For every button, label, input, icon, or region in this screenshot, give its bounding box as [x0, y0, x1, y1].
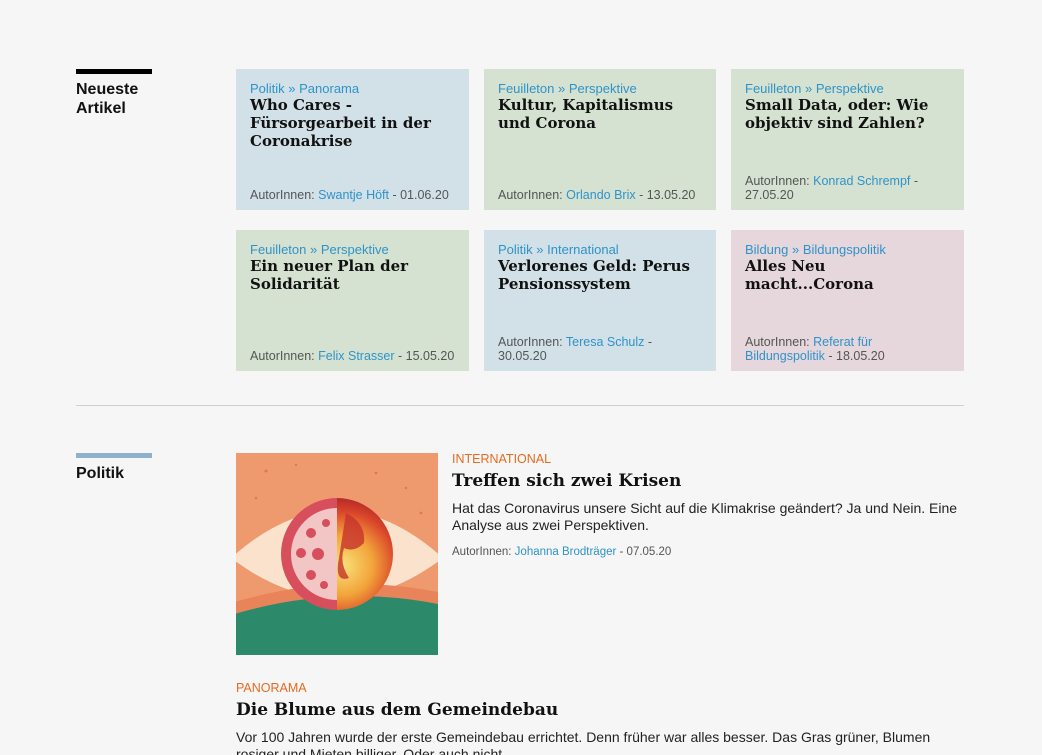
card-title[interactable]: Kultur, Kapitalismus und Corona — [498, 96, 702, 132]
article-teaser: Vor 100 Jahren wurde der erste Gemeindeb… — [236, 729, 931, 755]
card-title[interactable]: Alles Neu macht...Corona — [745, 257, 950, 293]
card-title[interactable]: Who Cares - Fürsorgearbeit in der Corona… — [250, 96, 455, 150]
section-title-politics[interactable]: Politik — [76, 464, 152, 483]
card-date: - 13.05.20 — [635, 188, 696, 202]
section-divider — [76, 405, 964, 406]
article-card[interactable]: Bildung » Bildungspolitik Alles Neu macht… — [731, 230, 964, 371]
author-link[interactable]: Orlando Brix — [566, 188, 635, 202]
article-kicker[interactable]: PANORAMA — [236, 681, 964, 695]
author-link[interactable]: Swantje Höft — [318, 188, 389, 202]
author-prefix: AutorInnen: — [452, 546, 512, 558]
card-date: - 01.06.20 — [389, 188, 449, 202]
card-meta: AutorInnen: Referat für Bildungspolitik … — [745, 335, 952, 363]
section-label-politics: Politik — [76, 453, 152, 483]
card-category-link[interactable]: Bildung » Bildungspolitik — [745, 242, 950, 257]
article-card[interactable]: Feuilleton » Perspektive Ein neuer Plan d… — [236, 230, 469, 371]
article-kicker[interactable]: INTERNATIONAL — [452, 452, 964, 466]
card-meta: AutorInnen: Konrad Schrempf - 27.05.20 — [745, 174, 952, 202]
second-article[interactable]: PANORAMA Die Blume aus dem Gemeindebau V… — [236, 681, 964, 755]
card-title[interactable]: Verlorenes Geld: Perus Pensionssystem — [498, 257, 702, 293]
article-date: - 07.05.20 — [616, 546, 672, 558]
card-meta: AutorInnen: Felix Strasser - 15.05.20 — [250, 349, 457, 363]
card-meta: AutorInnen: Teresa Schulz - 30.05.20 — [498, 335, 704, 363]
eye-virus-globe-illustration — [236, 453, 438, 655]
card-category-link[interactable]: Feuilleton » Perspektive — [745, 81, 950, 96]
author-link[interactable]: Johanna Brodträger — [515, 546, 617, 558]
article-card[interactable]: Feuilleton » Perspektive Small Data, oder… — [731, 69, 964, 210]
featured-article-image[interactable] — [236, 453, 438, 655]
article-headline[interactable]: Die Blume aus dem Gemeindebau — [236, 699, 964, 721]
card-category-link[interactable]: Feuilleton » Perspektive — [250, 242, 455, 257]
card-meta: AutorInnen: Orlando Brix - 13.05.20 — [498, 188, 704, 202]
article-card[interactable]: Feuilleton » Perspektive Kultur, Kapitali… — [484, 69, 716, 210]
card-date: - 18.05.20 — [824, 349, 885, 363]
section-label-newest: Neueste Artikel — [76, 69, 152, 118]
author-prefix: AutorInnen: — [250, 188, 315, 202]
card-category-link[interactable]: Feuilleton » Perspektive — [498, 81, 702, 96]
featured-article[interactable]: INTERNATIONAL Treffen sich zwei Krisen H… — [452, 452, 964, 558]
author-prefix: AutorInnen: — [498, 335, 563, 349]
article-card[interactable]: Politik » Panorama Who Cares - Fürsorgear… — [236, 69, 469, 210]
author-link[interactable]: Teresa Schulz — [566, 335, 645, 349]
card-title[interactable]: Small Data, oder: Wie objektiv sind Zahl… — [745, 96, 950, 132]
card-meta: AutorInnen: Swantje Höft - 01.06.20 — [250, 188, 457, 202]
card-category-link[interactable]: Politik » International — [498, 242, 702, 257]
section-bar — [76, 453, 152, 458]
author-prefix: AutorInnen: — [745, 174, 810, 188]
latest-articles-grid: Politik » Panorama Who Cares - Fürsorgear… — [236, 69, 964, 371]
card-title[interactable]: Ein neuer Plan der Solidarität — [250, 257, 455, 293]
article-meta: AutorInnen: Johanna Brodträger - 07.05.2… — [452, 546, 964, 558]
section-title-newest: Neueste Artikel — [76, 81, 139, 117]
author-link[interactable]: Felix Strasser — [318, 349, 394, 363]
author-prefix: AutorInnen: — [745, 335, 810, 349]
author-prefix: AutorInnen: — [498, 188, 563, 202]
card-date: - 15.05.20 — [394, 349, 455, 363]
author-prefix: AutorInnen: — [250, 349, 315, 363]
article-teaser: Hat das Coronavirus unsere Sicht auf die… — [452, 500, 958, 533]
card-category-link[interactable]: Politik » Panorama — [250, 81, 455, 96]
author-link[interactable]: Konrad Schrempf — [813, 174, 910, 188]
article-headline[interactable]: Treffen sich zwei Krisen — [452, 470, 964, 492]
article-card[interactable]: Politik » International Verlorenes Geld: … — [484, 230, 716, 371]
section-bar — [76, 69, 152, 74]
